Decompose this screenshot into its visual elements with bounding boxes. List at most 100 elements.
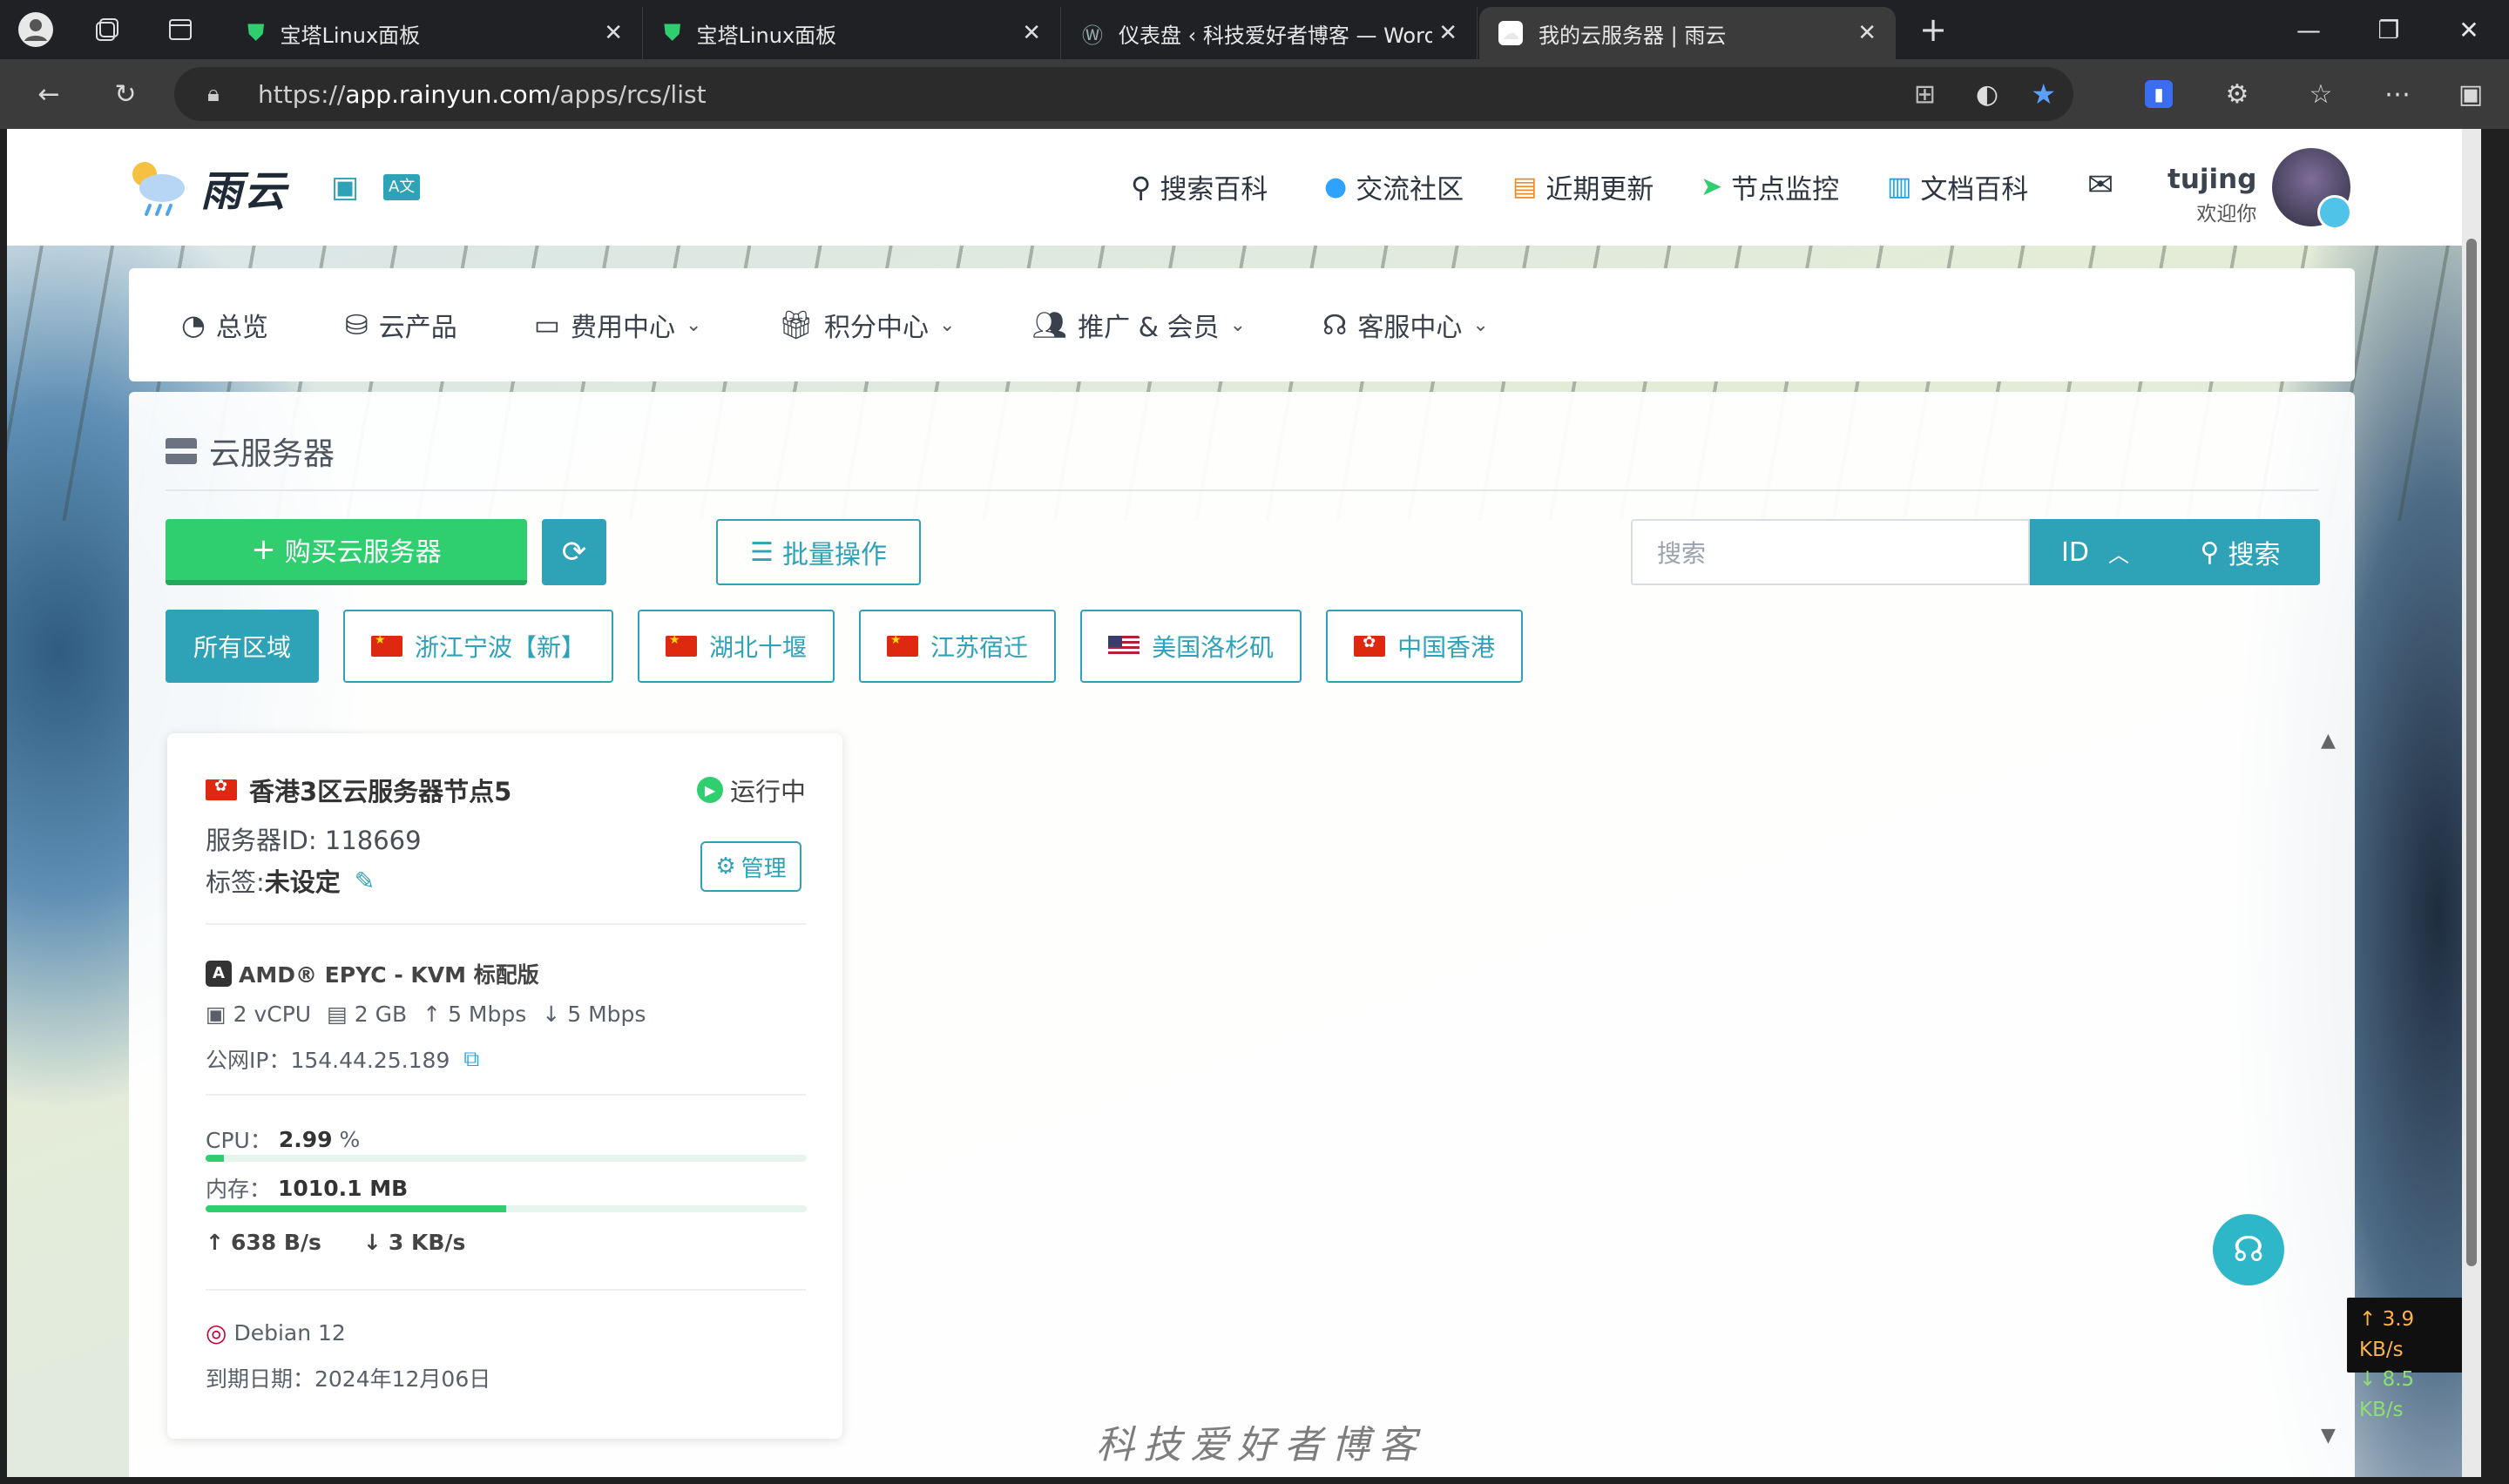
manage-button[interactable]: ⚙ 管理: [700, 841, 801, 892]
site-logo[interactable]: 雨云 ▣ A文: [127, 157, 421, 218]
extensions-icon[interactable]: ⚙: [2213, 70, 2262, 118]
book-icon: ▥: [1887, 172, 1912, 202]
more-icon[interactable]: ⋯: [2373, 70, 2422, 118]
scroll-down-arrow-icon[interactable]: ▼: [2321, 1425, 2336, 1447]
memory-usage: 内存： 1010.1 MB: [206, 1172, 408, 1204]
profile-icon[interactable]: [5, 0, 66, 59]
public-ip: 公网IP：154.44.25.189 ⧉: [206, 1043, 479, 1075]
page-title-text: 云服务器: [209, 436, 335, 472]
search-button[interactable]: ⚲ 搜索: [2161, 519, 2320, 585]
region-ningbo[interactable]: 浙江宁波【新】: [343, 610, 614, 683]
search-type-select[interactable]: ID ︿: [2030, 519, 2161, 585]
refresh-button[interactable]: ⟳: [542, 519, 606, 585]
server-id: 服务器ID: 118669: [206, 826, 422, 855]
nav-search[interactable]: ⚲ 搜索百科: [1131, 167, 1268, 206]
menu-products[interactable]: ⛁ 云产品: [345, 306, 457, 344]
back-icon[interactable]: ←: [24, 70, 73, 118]
region-hongkong[interactable]: 中国香港: [1326, 610, 1524, 683]
copy-icon[interactable]: ⧉: [463, 1046, 479, 1072]
menu-overview[interactable]: ◔ 总览: [181, 306, 268, 344]
manage-label: 管理: [741, 855, 787, 882]
nav-updates[interactable]: ▤ 近期更新: [1512, 167, 1654, 206]
region-label: 美国洛杉矶: [1152, 633, 1275, 662]
page-scrollbar[interactable]: [2462, 129, 2481, 1477]
url-prefix: https://: [258, 79, 346, 109]
user-greeting: 欢迎你: [2196, 203, 2257, 226]
image-mode-icon[interactable]: ▣: [331, 170, 359, 205]
refresh-icon[interactable]: ↻: [101, 70, 150, 118]
network-traffic: ↑ 638 B/s ↓ 3 KB/s: [206, 1230, 465, 1255]
app-available-icon[interactable]: ⊞: [1914, 79, 1936, 110]
search-input[interactable]: 搜索: [1631, 519, 2030, 585]
region-all[interactable]: 所有区域: [166, 610, 320, 683]
browser-tab-active[interactable]: ☁ 我的云服务器 | 雨云 ✕: [1479, 7, 1896, 59]
buy-server-button[interactable]: + 购买云服务器: [166, 519, 527, 585]
user-name: tujing: [2167, 164, 2257, 195]
window-close-icon[interactable]: ✕: [2429, 0, 2509, 59]
cpu-label: CPU：: [206, 1128, 272, 1153]
batch-actions-button[interactable]: ☰ 批量操作: [716, 519, 921, 585]
browser-tab[interactable]: Ⓦ 仪表盘 ‹ 科技爱好者博客 — Word ✕: [1063, 7, 1478, 59]
close-icon[interactable]: ✕: [604, 20, 623, 46]
scrollbar-thumb[interactable]: [2466, 239, 2477, 1266]
cpu-progress-fill: [206, 1155, 224, 1162]
search-type-value: ID: [2061, 536, 2089, 568]
main-menu: ◔ 总览 ⛁ 云产品 ▭ 费用中心 ⌄ 🎁︎ 积分中心 ⌄ 👥︎ 推广 & 会员…: [129, 268, 2355, 381]
lock-icon: 🔒︎: [207, 80, 220, 107]
close-icon[interactable]: ✕: [1022, 20, 1041, 46]
server-card: 香港3区云服务器节点5 ▶ 运行中 服务器ID: 118669 标签: 未设定 …: [167, 733, 842, 1439]
region-label: 所有区域: [193, 633, 292, 662]
menu-billing[interactable]: ▭ 费用中心 ⌄: [534, 306, 702, 344]
browser-tab[interactable]: ⛊ 宝塔Linux面板 ✕: [645, 7, 1061, 59]
nav-docs[interactable]: ▥ 文档百科: [1887, 167, 2028, 206]
browser-tab[interactable]: ⛊ 宝塔Linux面板 ✕: [228, 7, 643, 59]
nav-community[interactable]: ● 交流社区: [1324, 167, 1464, 206]
divider: [206, 1289, 806, 1291]
logo-text: 雨云: [200, 167, 288, 216]
favorite-star-icon[interactable]: ★: [2031, 78, 2056, 111]
close-icon[interactable]: ✕: [1438, 20, 1457, 46]
translate-icon[interactable]: A文: [383, 174, 421, 200]
extension-chart-icon[interactable]: ▮: [2134, 70, 2183, 118]
os-name: Debian 12: [233, 1320, 346, 1346]
menu-points[interactable]: 🎁︎ 积分中心 ⌄: [778, 306, 955, 344]
edge-icon[interactable]: ◐: [1976, 79, 1998, 110]
close-icon[interactable]: ✕: [1857, 20, 1877, 46]
network-monitor: ↑ 3.9 KB/s ↓ 8.5 KB/s: [2347, 1298, 2474, 1421]
expiry-date: 到期日期：2024年12月06日: [206, 1366, 491, 1392]
mail-icon[interactable]: ✉: [2087, 167, 2113, 203]
new-tab-icon[interactable]: +: [1903, 0, 1964, 59]
cpu-model-text: AMD® EPYC - KVM 标配版: [239, 962, 539, 988]
scroll-up-arrow-icon[interactable]: ▲: [2321, 730, 2336, 752]
buy-label: 购买云服务器: [284, 537, 442, 568]
china-flag-icon: [371, 633, 403, 657]
money-icon: ▭: [533, 308, 560, 341]
nav-monitor[interactable]: ➤ 节点监控: [1701, 167, 1839, 206]
sidebar-toggle-icon[interactable]: ▣: [2446, 70, 2495, 118]
down-bandwidth: 5 Mbps: [567, 1002, 646, 1027]
region-suqian[interactable]: 江苏宿迁: [859, 610, 1057, 683]
url-field[interactable]: 🔒︎ https://app.rainyun.com/apps/rcs/list…: [174, 67, 2073, 121]
menu-affiliate[interactable]: 👥︎ 推广 & 会员 ⌄: [1031, 306, 1246, 344]
search-label: 搜索: [2228, 540, 2281, 570]
net-up: 638 B/s: [230, 1230, 321, 1255]
workspaces-icon[interactable]: [78, 0, 139, 59]
user-info[interactable]: tujing 欢迎你: [2167, 164, 2256, 226]
sync-icon: ⟳: [561, 535, 587, 570]
region-los-angeles[interactable]: 美国洛杉矶: [1080, 610, 1302, 683]
tab-actions-icon[interactable]: [150, 0, 211, 59]
region-shiyan[interactable]: 湖北十堰: [638, 610, 835, 683]
minimize-icon[interactable]: —: [2269, 0, 2349, 59]
restore-icon[interactable]: ❐: [2349, 0, 2429, 59]
server-icon: [166, 438, 197, 464]
usa-flag-icon: [1108, 636, 1140, 657]
amd-icon: A: [206, 961, 232, 987]
favorites-icon[interactable]: ☆: [2296, 70, 2345, 118]
cpu-progress-bar: [206, 1155, 807, 1162]
edit-icon[interactable]: ✎: [355, 867, 375, 895]
support-chat-button[interactable]: ☊: [2213, 1214, 2284, 1285]
wordpress-icon: Ⓦ: [1082, 23, 1103, 48]
nav-label: 文档百科: [1920, 174, 2029, 206]
menu-label: 总览: [215, 313, 268, 343]
menu-support[interactable]: ☊ 客服中心 ⌄: [1322, 306, 1489, 344]
